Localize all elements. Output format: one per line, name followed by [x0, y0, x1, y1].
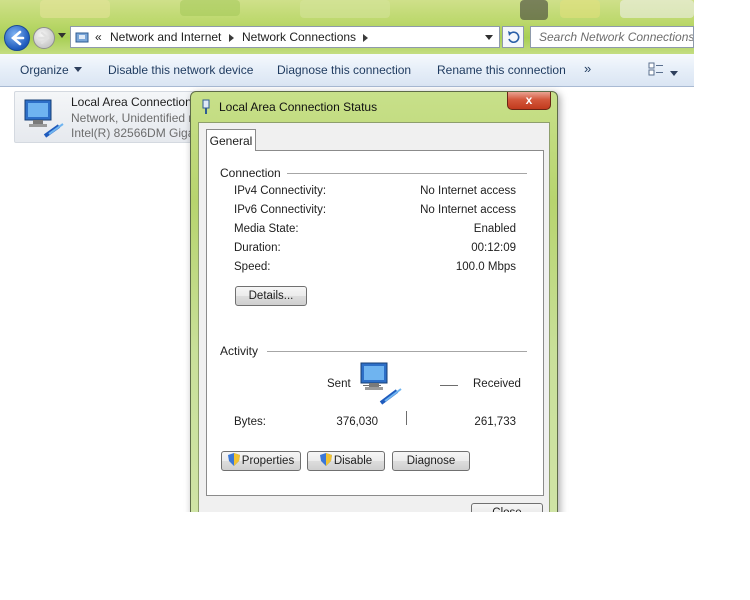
network-activity-icon	[360, 362, 402, 405]
ipv6-label: IPv6 Connectivity:	[234, 204, 327, 216]
status-dialog: Local Area Connection Status x General C…	[190, 91, 558, 512]
details-button[interactable]: Details...	[235, 286, 307, 306]
uac-shield-icon	[227, 453, 240, 466]
close-window-button[interactable]: x	[507, 92, 551, 110]
bytes-sent-value: 376,030	[336, 416, 378, 428]
breadcrumb-overflow[interactable]: «	[95, 30, 102, 44]
connection-group-label: Connection	[220, 166, 287, 180]
recent-pages-dropdown[interactable]	[58, 33, 66, 38]
breadcrumb-network-connections[interactable]: Network Connections	[242, 30, 356, 44]
breadcrumb-network-and-internet[interactable]: Network and Internet	[110, 30, 221, 44]
refresh-icon	[508, 31, 520, 43]
received-label: Received	[473, 378, 521, 390]
arrow-left-icon	[11, 30, 25, 46]
disable-label: Disable	[333, 455, 373, 467]
close-icon: x	[525, 93, 533, 107]
command-bar: Organize Disable this network device Dia…	[0, 54, 694, 87]
diagnose-connection-button[interactable]: Diagnose this connection	[277, 63, 411, 77]
speed-label: Speed:	[234, 261, 271, 273]
rename-connection-button[interactable]: Rename this connection	[437, 63, 566, 77]
chevron-down-icon	[73, 67, 82, 72]
chevron-down-icon	[670, 71, 678, 76]
duration-value: 00:12:09	[471, 242, 516, 254]
more-commands-button[interactable]: »	[584, 61, 591, 76]
disable-button[interactable]: Disable	[307, 451, 385, 471]
connection-device: Intel(R) 82566DM Gigab	[71, 126, 202, 140]
connection-name: Local Area Connection	[71, 95, 192, 109]
properties-button[interactable]: Properties	[221, 451, 301, 471]
network-folder-icon	[75, 32, 89, 43]
ipv4-value: No Internet access	[420, 185, 516, 197]
ipv4-label: IPv4 Connectivity:	[234, 185, 327, 197]
tab-page-general: Connection IPv4 Connectivity: No Interne…	[206, 150, 544, 496]
dialog-title: Local Area Connection Status	[219, 100, 378, 114]
forward-button[interactable]	[33, 27, 55, 49]
activity-divider	[406, 411, 407, 425]
explorer-window: « Network and Internet Network Connectio…	[0, 0, 694, 512]
connection-status: Network, Unidentified n	[71, 111, 196, 125]
chevron-right-icon[interactable]	[363, 34, 368, 42]
properties-label: Properties	[241, 455, 295, 467]
network-adapter-icon	[24, 99, 64, 138]
search-input[interactable]: Search Network Connections	[530, 26, 694, 48]
media-state-value: Enabled	[473, 223, 516, 235]
received-line	[440, 385, 458, 386]
address-bar[interactable]: « Network and Internet Network Connectio…	[70, 26, 500, 48]
address-row: « Network and Internet Network Connectio…	[0, 22, 694, 54]
group-divider	[267, 351, 527, 352]
duration-label: Duration:	[234, 242, 281, 254]
chevron-right-icon[interactable]	[229, 34, 234, 42]
disable-device-button[interactable]: Disable this network device	[108, 63, 253, 77]
bytes-received-value: 261,733	[474, 416, 516, 428]
ipv6-value: No Internet access	[420, 204, 516, 216]
sent-label: Sent	[327, 378, 351, 390]
refresh-button[interactable]	[502, 26, 524, 48]
activity-group-label: Activity	[220, 344, 265, 358]
uac-shield-icon	[319, 453, 332, 466]
group-divider	[287, 173, 527, 174]
tab-general[interactable]: General	[206, 129, 256, 151]
bytes-label: Bytes:	[234, 416, 266, 428]
dialog-client-area: General Connection IPv4 Connectivity: No…	[198, 122, 550, 512]
close-button[interactable]: Close	[471, 503, 543, 512]
organize-label: Organize	[20, 63, 69, 77]
back-button[interactable]	[4, 25, 30, 51]
media-state-label: Media State:	[234, 223, 299, 235]
list-item-local-area-connection[interactable]: Local Area Connection Network, Unidentif…	[14, 91, 202, 143]
speed-value: 100.0 Mbps	[455, 261, 516, 273]
address-history-dropdown[interactable]	[485, 35, 493, 40]
diagnose-button[interactable]: Diagnose	[392, 451, 470, 471]
view-details-icon	[648, 62, 663, 76]
organize-menu[interactable]: Organize	[20, 63, 82, 77]
network-plug-icon	[202, 99, 210, 114]
change-view-button[interactable]	[648, 62, 664, 79]
arrow-right-icon	[37, 31, 50, 45]
view-options-dropdown[interactable]	[670, 67, 678, 81]
